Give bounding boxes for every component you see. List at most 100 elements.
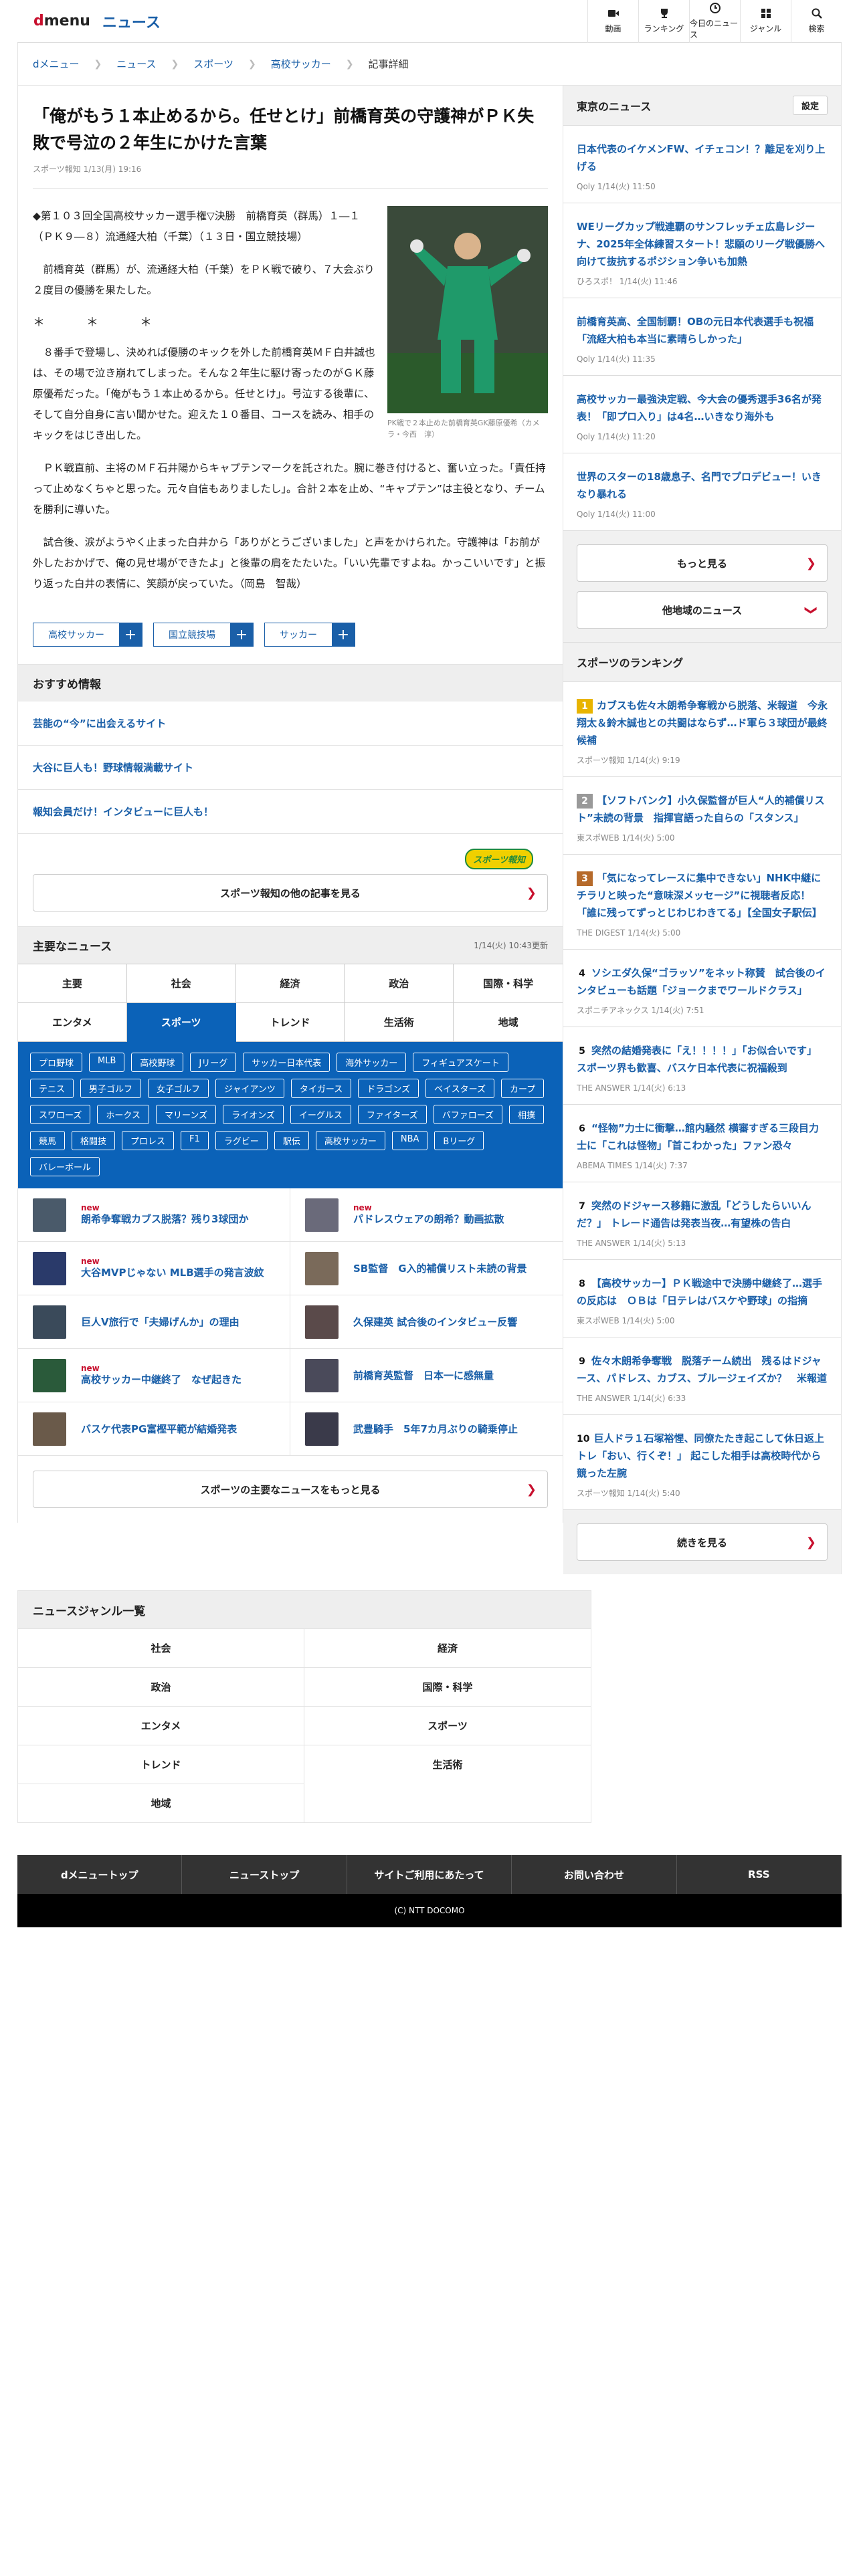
category-chip[interactable]: ラグビー	[215, 1131, 268, 1150]
genre-link[interactable]: 地域	[18, 1784, 304, 1822]
tag-follow[interactable]: 高校サッカー +	[33, 623, 142, 647]
tokyo-more-button[interactable]: もっと見る ❯	[577, 544, 828, 582]
more-hochi-articles-button[interactable]: スポーツ報知の他の記事を見る ❯	[33, 874, 548, 911]
footer-link[interactable]: RSS	[677, 1855, 842, 1894]
settings-button[interactable]: 設定	[792, 96, 828, 115]
category-chip[interactable]: ホークス	[97, 1105, 149, 1124]
nav-search[interactable]: 検索	[791, 0, 842, 43]
category-chip[interactable]: Jリーグ	[190, 1053, 237, 1072]
major-news-item[interactable]: 巨人V旅行で「夫婦げんか」の理由	[18, 1295, 290, 1349]
ranking-item[interactable]: 8 【高校サッカー】ＰＫ戦途中で決勝中継終了…選手の反応は ＯＢは「日テレはバスケ…	[563, 1260, 841, 1337]
genre-tab[interactable]: 生活術	[345, 1003, 454, 1042]
category-chip[interactable]: 高校サッカー	[315, 1131, 385, 1150]
genre-link[interactable]: 国際・科学	[304, 1667, 591, 1706]
category-chip[interactable]: 高校野球	[131, 1053, 184, 1072]
category-chip[interactable]: ベイスターズ	[425, 1079, 494, 1098]
footer-link[interactable]: ニューストップ	[182, 1855, 347, 1894]
category-chip[interactable]: 競馬	[30, 1131, 66, 1150]
major-news-item[interactable]: 武豊騎手 5年7カ月ぶりの騎乗停止	[290, 1402, 563, 1456]
more-sports-news-button[interactable]: スポーツの主要なニュースをもっと見る ❯	[33, 1471, 548, 1508]
recommend-link[interactable]: 報知会員だけ！インタビューに巨人も！	[18, 790, 563, 834]
tokyo-news-item[interactable]: WEリーグカップ戦連覇のサンフレッチェ広島レジーナ、2025年全体練習スタート！…	[563, 203, 841, 298]
dmenu-logo[interactable]: dmenu	[33, 13, 90, 29]
nav-video[interactable]: 動画	[587, 0, 638, 43]
nav-today[interactable]: 今日のニュース	[689, 0, 740, 43]
ranking-item[interactable]: 3 「気になってレースに集中できない」NHK中継にチラリと映った“意味深メッセージ…	[563, 855, 841, 950]
tokyo-news-item[interactable]: 世界のスターの18歳息子、名門でプロデビュー！いきなり暴れる Qoly 1/14(…	[563, 453, 841, 531]
category-chip[interactable]: カープ	[500, 1079, 545, 1098]
genre-link[interactable]: スポーツ	[304, 1706, 591, 1745]
ranking-item[interactable]: 6 “怪物”力士に衝撃…館内騒然 横審すぎる三段目力士に「これは怪物」「首こわかっ…	[563, 1105, 841, 1182]
ranking-item[interactable]: 2 【ソフトバンク】小久保監督が巨人“人的補償リスト”未読の背景 指揮官語った自ら…	[563, 777, 841, 855]
category-chip[interactable]: 相撲	[509, 1105, 545, 1124]
ranking-item[interactable]: 5 突然の結婚発表に「え！！！！」「お似合いです」 スポーツ界も歓喜、バスケ日本代…	[563, 1027, 841, 1105]
crumb-news[interactable]: ニュース	[116, 57, 156, 71]
category-chip[interactable]: フィギュアスケート	[413, 1053, 508, 1072]
genre-link[interactable]: 生活術	[304, 1745, 591, 1784]
category-chip[interactable]: ドラゴンズ	[358, 1079, 419, 1098]
crumb-sports[interactable]: スポーツ	[193, 57, 233, 71]
genre-link[interactable]: エンタメ	[18, 1706, 304, 1745]
nav-ranking[interactable]: ランキング	[638, 0, 689, 43]
category-chip[interactable]: バファローズ	[433, 1105, 503, 1124]
genre-tab[interactable]: トレンド	[235, 1003, 345, 1042]
genre-tab[interactable]: スポーツ	[126, 1003, 236, 1042]
tag-follow[interactable]: 国立競技場 +	[153, 623, 254, 647]
category-chip[interactable]: サッカー日本代表	[243, 1053, 330, 1072]
crumb-hs-soccer[interactable]: 高校サッカー	[271, 57, 331, 71]
category-chip[interactable]: スワローズ	[30, 1105, 91, 1124]
category-chip[interactable]: ファイターズ	[357, 1105, 427, 1124]
category-chip[interactable]: F1	[181, 1131, 209, 1150]
genre-tab[interactable]: 政治	[345, 964, 454, 1003]
tokyo-news-item[interactable]: 日本代表のイケメンFW、イチェコン！？離足を刈り上げる Qoly 1/14(火) …	[563, 126, 841, 203]
recommend-link[interactable]: 芸能の“今”に出会えるサイト	[18, 702, 563, 746]
crumb-dmenu[interactable]: dメニュー	[33, 57, 80, 71]
category-chip[interactable]: ジャイアンツ	[215, 1079, 284, 1098]
other-region-button[interactable]: 他地域のニュース ❯	[577, 591, 828, 629]
nav-genre[interactable]: ジャンル	[740, 0, 791, 43]
ranking-item[interactable]: 10 巨人ドラ１石塚裕惺、同僚たたき起こして休日返上トレ「おい、行くぞ！」 起こし…	[563, 1415, 841, 1510]
genre-tab[interactable]: エンタメ	[18, 1003, 127, 1042]
category-chip[interactable]: ライオンズ	[223, 1105, 284, 1124]
major-news-item[interactable]: new 大谷MVPじゃない MLB選手の発言波紋	[18, 1242, 290, 1295]
category-chip[interactable]: MLB	[89, 1053, 125, 1072]
tokyo-news-item[interactable]: 前橋育英高、全国制覇！OBの元日本代表選手も祝福「流経大柏も本当に素晴らしかった…	[563, 298, 841, 376]
major-news-item[interactable]: new パドレスウェアの朗希？動画拡散	[290, 1188, 563, 1242]
recommend-link[interactable]: 大谷に巨人も！野球情報満載サイト	[18, 746, 563, 790]
category-chip[interactable]: 海外サッカー	[337, 1053, 407, 1072]
major-news-item[interactable]: SB監督 G入的補償リスト未読の背景	[290, 1242, 563, 1295]
category-chip[interactable]: テニス	[30, 1079, 74, 1098]
ranking-item[interactable]: 9 佐々木朗希争奪戦 脱落チーム続出 残るはドジャース、パドレス、カブス、ブルージ…	[563, 1337, 841, 1415]
genre-link[interactable]: 経済	[304, 1628, 591, 1667]
genre-link[interactable]: 社会	[18, 1628, 304, 1667]
category-chip[interactable]: NBA	[391, 1131, 428, 1150]
category-chip[interactable]: イーグルス	[290, 1105, 351, 1124]
category-chip[interactable]: タイガース	[290, 1079, 352, 1098]
category-chip[interactable]: 女子ゴルフ	[148, 1079, 209, 1098]
footer-link[interactable]: サイトご利用にあたって	[347, 1855, 512, 1894]
footer-link[interactable]: dメニュートップ	[17, 1855, 183, 1894]
category-chip[interactable]: Bリーグ	[434, 1131, 484, 1150]
genre-tab[interactable]: 国際・科学	[454, 964, 563, 1003]
genre-link[interactable]: トレンド	[18, 1745, 304, 1784]
category-chip[interactable]: マリーンズ	[155, 1105, 217, 1124]
major-news-item[interactable]: new 朗希争奪戦カブス脱落？残り3球団か	[18, 1188, 290, 1242]
major-news-item[interactable]: バスケ代表PG富樫平範が結婚発表	[18, 1402, 290, 1456]
genre-tab[interactable]: 主要	[18, 964, 127, 1003]
genre-tab[interactable]: 社会	[126, 964, 236, 1003]
sports-hochi-logo[interactable]: スポーツ報知	[465, 849, 533, 869]
genre-link[interactable]: 政治	[18, 1667, 304, 1706]
tokyo-news-item[interactable]: 高校サッカー最強決定戦、今大会の優秀選手36名が発表！「即プロ入り」は4名…いき…	[563, 376, 841, 453]
category-chip[interactable]: 格闘技	[72, 1131, 116, 1150]
section-title[interactable]: ニュース	[102, 11, 161, 32]
major-news-item[interactable]: 久保建英 試合後のインタビュー反響	[290, 1295, 563, 1349]
category-chip[interactable]: プロレス	[122, 1131, 175, 1150]
article-photo[interactable]: PK戦で２本止めた前橋育英GK藤原優希（カメラ・今西 淳）	[387, 206, 548, 440]
genre-tab[interactable]: 経済	[235, 964, 345, 1003]
tag-follow[interactable]: サッカー +	[264, 623, 355, 647]
ranking-item[interactable]: 4 ソシエダ久保“ゴラッソ”をネット称賛 試合後のインタビューも話題「ジョークまで…	[563, 950, 841, 1027]
footer-link[interactable]: お問い合わせ	[512, 1855, 677, 1894]
category-chip[interactable]: バレーボール	[30, 1157, 100, 1176]
major-news-item[interactable]: 前橋育英監督 日本一に感無量	[290, 1349, 563, 1402]
major-news-item[interactable]: new 高校サッカー中継終了 なぜ起きた	[18, 1349, 290, 1402]
